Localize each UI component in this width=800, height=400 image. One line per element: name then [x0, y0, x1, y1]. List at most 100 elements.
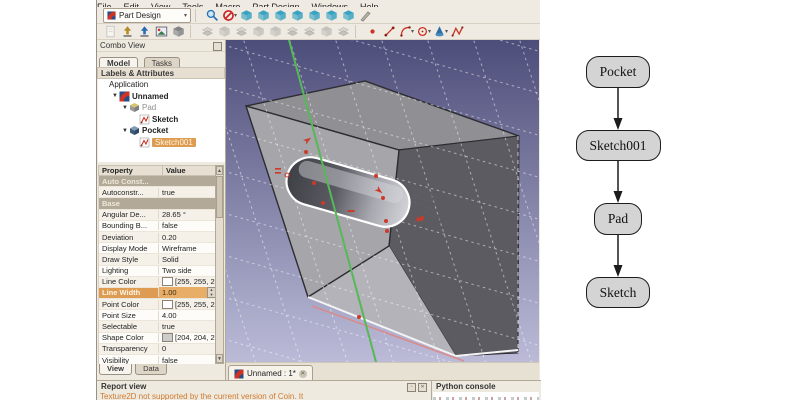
box-icon[interactable]	[171, 24, 186, 39]
new-sketch-icon[interactable]	[103, 24, 118, 39]
tree-item-pocket[interactable]: ▼ Pocket	[98, 125, 225, 137]
toolbar-separator	[355, 25, 361, 38]
front-view-icon[interactable]	[256, 8, 271, 23]
property-value: false	[162, 355, 178, 364]
fillet-icon[interactable]	[268, 24, 283, 39]
tree-item-sketch001[interactable]: Sketch001	[98, 137, 225, 149]
property-row-selectable[interactable]: Selectable true	[99, 321, 216, 333]
property-row-line-color[interactable]: Line Color [255, 255, 255]	[99, 276, 216, 288]
draft-icon[interactable]	[302, 24, 317, 39]
property-row-angular-de-[interactable]: Angular De... 28.65 °	[99, 209, 216, 221]
property-tabs: View Data	[99, 364, 168, 379]
float-panel-icon[interactable]: ▫	[407, 383, 416, 392]
tree-item-sketch[interactable]: Sketch	[98, 114, 225, 126]
import-icon[interactable]	[137, 24, 152, 39]
expander-icon[interactable]: ▼	[121, 128, 129, 134]
right-view-icon[interactable]	[290, 8, 305, 23]
mdi-tab-label: Unnamed : 1*	[247, 369, 296, 378]
property-row-autoconstr-[interactable]: Autoconstr... true	[99, 187, 216, 199]
property-name: Visibility	[99, 355, 159, 364]
graph-node-pocket[interactable]: Pocket	[585, 56, 651, 88]
model-tree: Application ▼ Unnamed ▼ Pad Sketch ▼ Pocket Sket…	[98, 79, 225, 162]
fit-all-icon[interactable]	[205, 8, 220, 23]
chamfer-icon[interactable]	[285, 24, 300, 39]
freecad-logo-icon	[107, 10, 116, 20]
python-console-body[interactable]	[433, 392, 539, 400]
graph-node-pad[interactable]: Pad	[593, 203, 643, 235]
axonometric-view-icon[interactable]	[239, 8, 254, 23]
circle-icon[interactable]: ▾	[416, 24, 431, 39]
combo-view-tabs: Model Tasks	[97, 53, 225, 68]
3d-viewport[interactable]	[226, 40, 539, 362]
color-swatch	[162, 299, 173, 309]
tree-item-application[interactable]: Application	[98, 79, 225, 91]
graph-node-sketch001[interactable]: Sketch001	[575, 129, 661, 161]
point-icon[interactable]	[365, 24, 380, 39]
pattern-icon[interactable]	[336, 24, 351, 39]
close-panel-icon[interactable]: ✕	[418, 383, 427, 392]
property-name: Selectable	[99, 322, 159, 332]
property-scrollbar[interactable]: ▲ ▼	[215, 165, 224, 364]
scrollbar-thumb[interactable]	[216, 176, 223, 218]
tree-item-unnamed[interactable]: ▼ Unnamed	[98, 91, 225, 103]
property-row-display-mode[interactable]: Display Mode Wireframe	[99, 243, 216, 255]
tab-data[interactable]: Data	[135, 364, 167, 375]
property-row-point-size[interactable]: Point Size 4.00	[99, 310, 216, 322]
property-value: 1.00	[162, 288, 177, 298]
image-icon[interactable]	[154, 24, 169, 39]
workbench-selector[interactable]: Part Design ▾	[103, 7, 191, 23]
property-name: Transparency	[99, 344, 159, 354]
pad-icon[interactable]	[200, 24, 215, 39]
property-row-line-width[interactable]: Line Width 1.00 ▲ ▼	[99, 287, 216, 300]
left-view-icon[interactable]	[341, 8, 356, 23]
rear-view-icon[interactable]	[307, 8, 322, 23]
export-icon[interactable]	[120, 24, 135, 39]
property-row-visibility[interactable]: Visibility false	[99, 355, 216, 364]
expander-icon[interactable]: ▼	[111, 93, 119, 99]
property-column: Property	[99, 166, 163, 175]
conics-icon[interactable]: ▾	[433, 24, 448, 39]
property-value: 0	[162, 344, 167, 354]
freecad-window: File Edit View Tools Macro Part Design Windows…	[96, 0, 541, 400]
property-row-transparency[interactable]: Transparency 0	[99, 343, 216, 355]
revolve-icon[interactable]	[217, 24, 232, 39]
bottom-view-icon[interactable]	[324, 8, 339, 23]
scroll-up-icon[interactable]: ▲	[216, 166, 223, 175]
document-icon	[234, 369, 244, 378]
property-value: [204, 204, 204]	[175, 333, 216, 343]
draw-style-icon[interactable]: ▾	[222, 8, 237, 23]
report-view-panel: Report view ▫ ✕ Texture2D not supported …	[97, 380, 431, 400]
property-row-lighting[interactable]: Lighting Two side	[99, 266, 216, 277]
property-name: Deviation	[99, 232, 159, 242]
property-value: 28.65 °	[162, 210, 186, 220]
property-row-deviation[interactable]: Deviation 0.20	[99, 231, 216, 244]
expander-icon[interactable]: ▼	[121, 105, 129, 111]
close-icon[interactable]: ✕	[298, 369, 307, 378]
tree-item-label: Pocket	[142, 126, 169, 136]
value-column: Value	[166, 166, 186, 175]
python-console-panel: Python console	[431, 380, 541, 400]
tree-item-pad[interactable]: ▼ Pad	[98, 102, 225, 114]
scroll-down-icon[interactable]: ▼	[216, 354, 223, 363]
measure-icon[interactable]	[358, 8, 373, 23]
property-row-draw-style[interactable]: Draw Style Solid	[99, 254, 216, 266]
arc-icon[interactable]: ▾	[399, 24, 414, 39]
report-view-title: Report view	[101, 382, 147, 391]
property-value: 4.00	[162, 310, 177, 320]
float-panel-icon[interactable]	[213, 42, 222, 51]
tab-view[interactable]: View	[99, 364, 132, 375]
property-row-point-color[interactable]: Point Color [255, 255, 255]	[99, 299, 216, 311]
property-row-shape-color[interactable]: Shape Color [204, 204, 204]	[99, 333, 216, 344]
polyline-icon[interactable]	[450, 24, 465, 39]
property-group-base: Base	[99, 198, 216, 210]
tree-item-label: Sketch001	[152, 137, 196, 147]
property-row-bounding-b-[interactable]: Bounding B... false	[99, 221, 216, 232]
mirrored-icon[interactable]	[319, 24, 334, 39]
property-value: [255, 255, 255]	[175, 277, 216, 287]
groove-icon[interactable]	[251, 24, 266, 39]
graph-node-sketch[interactable]: Sketch	[585, 276, 651, 308]
property-value: false	[162, 221, 178, 231]
pocket-icon[interactable]	[234, 24, 249, 39]
line-icon[interactable]	[382, 24, 397, 39]
top-view-icon[interactable]	[273, 8, 288, 23]
